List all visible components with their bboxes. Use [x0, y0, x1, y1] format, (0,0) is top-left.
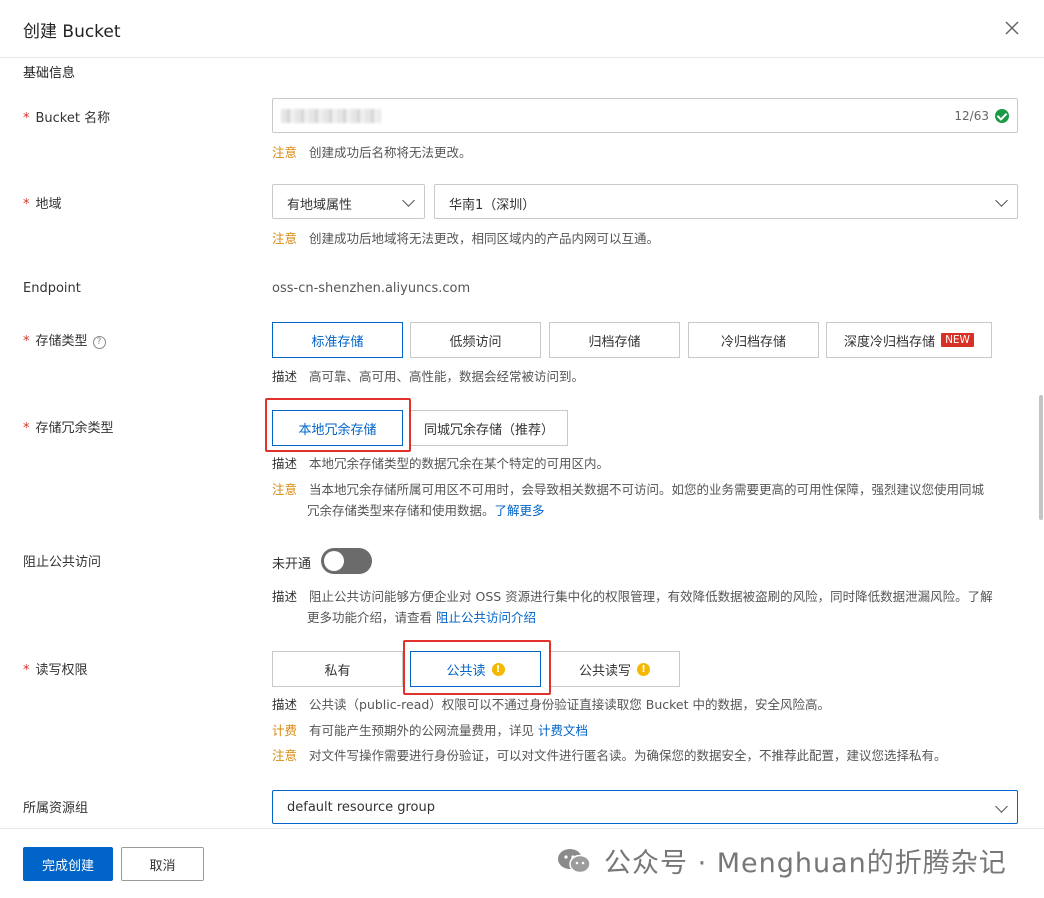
redundancy-note: 注意 当本地冗余存储所属可用区不可用时，会导致相关数据不可访问。如您的业务需要更高…	[272, 482, 985, 497]
required-mark: *	[23, 197, 30, 212]
block-public-toggle[interactable]	[321, 548, 372, 574]
acl-label: * 读写权限	[23, 663, 88, 678]
dialog-footer: 完成创建 取消 公众号 · Menghuan的折腾杂记	[0, 828, 1044, 898]
highlight-box	[265, 398, 411, 452]
chevron-down-icon	[995, 800, 1008, 813]
highlight-box	[403, 640, 551, 695]
block-public-desc: 描述 阻止公共访问能够方便企业对 OSS 资源进行集中化的权限管理，有效降低数据被…	[272, 589, 993, 604]
resource-group-select[interactable]: default resource group	[272, 790, 1018, 824]
char-count: 12/63	[954, 109, 989, 123]
new-badge: NEW	[941, 333, 974, 347]
toggle-knob	[324, 551, 344, 571]
storage-option-cold-archive[interactable]: 冷归档存储	[688, 322, 819, 358]
storage-option-archive[interactable]: 归档存储	[549, 322, 680, 358]
region-type-select[interactable]: 有地域属性	[272, 184, 425, 219]
redundancy-option-zrs[interactable]: 同城冗余存储（推荐）	[410, 410, 568, 446]
storage-option-deep-cold-archive[interactable]: 深度冷归档存储 NEW	[826, 322, 992, 358]
chevron-down-icon	[402, 194, 415, 207]
redundancy-label: * 存储冗余类型	[23, 421, 114, 436]
bucket-name-input[interactable]: 12/63	[272, 98, 1018, 133]
warning-icon: !	[637, 662, 650, 676]
bucket-name-note: 注意 创建成功后名称将无法更改。	[272, 145, 472, 160]
block-public-label: 阻止公共访问	[23, 555, 102, 570]
region-note: 注意 创建成功后地域将无法更改，相同区域内的产品内网可以互通。	[272, 231, 660, 246]
acl-desc: 描述 公共读（public-read）权限可以不通过身份验证直接读取您 Bucke…	[272, 697, 830, 712]
check-circle-icon	[995, 109, 1009, 123]
bucket-name-label: * Bucket 名称	[23, 111, 111, 126]
create-bucket-dialog: 创建 Bucket 基础信息 * Bucket 名称 12/63 注意 创建成功后名…	[0, 0, 1044, 898]
storage-option-standard[interactable]: 标准存储	[272, 322, 403, 358]
redundancy-note-cont: 冗余存储类型来存储和使用数据。了解更多	[307, 503, 545, 518]
help-icon[interactable]: ?	[92, 336, 106, 349]
region-select[interactable]: 华南1（深圳）	[434, 184, 1018, 219]
watermark: 公众号 · Menghuan的折腾杂记	[556, 841, 1007, 880]
close-icon[interactable]	[1001, 17, 1023, 39]
acl-billing: 计费 有可能产生预期外的公网流量费用，详见 计费文档	[272, 723, 589, 738]
region-label: * 地域	[23, 197, 62, 212]
dialog-title: 创建 Bucket	[23, 22, 121, 42]
learn-more-link[interactable]: 了解更多	[495, 503, 545, 518]
redundancy-desc: 描述 本地冗余存储类型的数据冗余在某个特定的可用区内。	[272, 456, 610, 471]
required-mark: *	[23, 663, 30, 678]
dialog-header: 创建 Bucket	[0, 0, 1044, 58]
resource-group-label: 所属资源组	[23, 801, 89, 816]
scrollbar-thumb[interactable]	[1039, 395, 1043, 520]
billing-doc-link[interactable]: 计费文档	[538, 723, 588, 738]
acl-option-public-read-write[interactable]: 公共读写!	[549, 651, 680, 687]
chevron-down-icon	[995, 194, 1008, 207]
wechat-icon	[556, 847, 592, 875]
storage-option-ia[interactable]: 低频访问	[410, 322, 541, 358]
block-public-desc-cont: 更多功能介绍，请查看 阻止公共访问介绍	[307, 610, 537, 625]
endpoint-value: oss-cn-shenzhen.aliyuncs.com	[272, 281, 471, 296]
blurred-bucket-name	[281, 109, 381, 123]
storage-class-desc: 描述 高可靠、高可用、高性能，数据会经常被访问到。	[272, 369, 585, 384]
confirm-create-button[interactable]: 完成创建	[23, 847, 113, 881]
section-basic-info: 基础信息	[23, 66, 76, 81]
required-mark: *	[23, 111, 30, 126]
block-public-state: 未开通	[272, 557, 312, 572]
storage-class-label: * 存储类型?	[23, 330, 106, 349]
required-mark: *	[23, 421, 30, 436]
acl-option-private[interactable]: 私有	[272, 651, 403, 687]
block-public-intro-link[interactable]: 阻止公共访问介绍	[436, 610, 536, 625]
endpoint-label: Endpoint	[23, 281, 81, 296]
cancel-button[interactable]: 取消	[121, 847, 204, 881]
required-mark: *	[23, 334, 30, 349]
acl-note: 注意 对文件写操作需要进行身份验证，可以对文件进行匿名读。为确保您的数据安全，不推…	[272, 748, 947, 763]
